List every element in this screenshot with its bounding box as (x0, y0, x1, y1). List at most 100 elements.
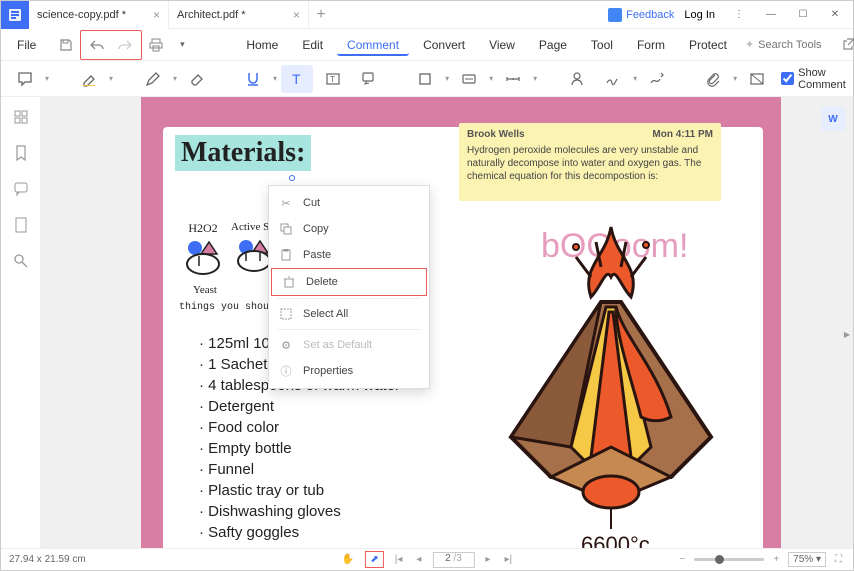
select-all-icon (279, 307, 293, 321)
attachment-tool[interactable] (697, 65, 729, 93)
menu-form[interactable]: Form (627, 34, 675, 56)
signature-tool[interactable] (597, 65, 629, 93)
show-comment-checkbox[interactable] (781, 72, 794, 85)
page-dimensions: 27.94 x 21.59 cm (9, 554, 86, 565)
comments-icon[interactable] (9, 177, 33, 201)
document-canvas[interactable]: Materials: good H2O2 (41, 97, 853, 548)
hand-tool-icon[interactable]: ✋ (339, 554, 357, 565)
svg-text:T: T (330, 75, 335, 84)
draw-signature-tool[interactable] (641, 65, 673, 93)
zoom-slider[interactable] (694, 558, 764, 561)
tab-science-copy[interactable]: science-copy.pdf * × (29, 1, 169, 29)
eraser-tool[interactable] (181, 65, 213, 93)
feedback-link[interactable]: Feedback (626, 9, 674, 21)
print-icon[interactable] (144, 33, 168, 57)
ctx-paste[interactable]: Paste (269, 242, 429, 268)
pencil-tool[interactable] (137, 65, 169, 93)
formula-label: H2O2 (179, 221, 227, 236)
highlight-tool[interactable] (73, 65, 105, 93)
gear-icon: ⚙ (279, 338, 293, 352)
info-icon: ⓘ (279, 364, 293, 378)
menubar: File ▾ Home Edit Comment Convert View Pa… (1, 29, 853, 61)
save-icon[interactable] (54, 33, 78, 57)
menu-convert[interactable]: Convert (413, 34, 475, 56)
stamp-tool[interactable] (453, 65, 485, 93)
chevron-down-icon[interactable]: ▾ (170, 33, 194, 57)
note-body: Hydrogen peroxide molecules are very uns… (467, 144, 713, 183)
sticky-note[interactable]: Brook Wells Mon 4:11 PM Hydrogen peroxid… (459, 123, 721, 201)
more-icon[interactable]: ⋮ (725, 4, 753, 26)
svg-text:6600°c: 6600°c (581, 532, 650, 548)
tab-label: Architect.pdf * (177, 9, 245, 21)
context-menu: ✂ Cut Copy Paste Delete Select All ⚙ Set… (268, 185, 430, 389)
menu-protect[interactable]: Protect (679, 34, 737, 56)
note-time: Mon 4:11 PM (652, 129, 713, 140)
cut-icon: ✂ (279, 196, 293, 210)
page-content: Materials: good H2O2 (141, 97, 781, 548)
volcano-illustration: bOOoom! 6600°c (451, 207, 771, 548)
measure-tool[interactable] (497, 65, 529, 93)
ctx-delete[interactable]: Delete (271, 268, 427, 296)
minimize-button[interactable]: — (757, 4, 785, 26)
person-tool[interactable] (561, 65, 593, 93)
ctx-properties[interactable]: ⓘ Properties (269, 358, 429, 384)
ctx-select-all[interactable]: Select All (269, 301, 429, 327)
note-tool[interactable] (9, 65, 41, 93)
maximize-button[interactable]: ☐ (789, 4, 817, 26)
show-comment-label: Show Comment (798, 67, 846, 91)
sparkle-icon[interactable]: ✦ (745, 33, 754, 57)
login-link[interactable]: Log In (684, 9, 715, 21)
show-comment-toggle[interactable]: Show Comment (781, 67, 846, 91)
ctx-cut[interactable]: ✂ Cut (269, 190, 429, 216)
search-tools-input[interactable] (758, 39, 838, 51)
text-tool[interactable]: T (281, 65, 313, 93)
left-sidebar (1, 97, 41, 548)
bookmarks-icon[interactable] (9, 141, 33, 165)
scroll-right-handle[interactable]: ▶ (841, 323, 853, 347)
textbox-tool[interactable]: T (317, 65, 349, 93)
menu-home[interactable]: Home (236, 34, 288, 56)
search-icon[interactable] (9, 249, 33, 273)
next-page-icon[interactable]: ▸ (482, 554, 493, 565)
ctx-set-default: ⚙ Set as Default (269, 332, 429, 358)
attachments-icon[interactable] (9, 213, 33, 237)
page-number-input[interactable]: 2 /3 (432, 552, 474, 568)
titlebar: science-copy.pdf * × Architect.pdf * × +… (1, 1, 853, 29)
prev-page-icon[interactable]: ◂ (413, 554, 424, 565)
materials-heading: Materials: (175, 135, 311, 171)
new-tab-button[interactable]: + (309, 6, 333, 24)
menu-page[interactable]: Page (529, 34, 577, 56)
tab-architect[interactable]: Architect.pdf * × (169, 1, 309, 29)
menu-comment[interactable]: Comment (337, 34, 409, 56)
redo-icon[interactable] (113, 33, 137, 57)
menu-tool[interactable]: Tool (581, 34, 623, 56)
callout-tool[interactable] (353, 65, 385, 93)
zoom-in-icon[interactable]: + (770, 554, 782, 565)
select-tool-icon[interactable]: ⬈ (365, 551, 383, 568)
menu-file[interactable]: File (7, 34, 46, 56)
fit-page-icon[interactable]: ⛶ (832, 554, 845, 565)
close-icon[interactable]: × (293, 8, 300, 22)
ctx-copy[interactable]: Copy (269, 216, 429, 242)
share-icon[interactable] (842, 33, 854, 57)
svg-text:T: T (292, 71, 301, 87)
menu-edit[interactable]: Edit (292, 34, 333, 56)
underline-tool[interactable] (237, 65, 269, 93)
first-page-icon[interactable]: |◂ (392, 554, 406, 565)
app-logo (1, 1, 29, 29)
zoom-out-icon[interactable]: − (676, 554, 688, 565)
word-export-badge[interactable]: W (821, 107, 845, 131)
zoom-select[interactable]: 75% ▾ (788, 552, 826, 567)
shape-tool[interactable] (409, 65, 441, 93)
hide-tool[interactable] (741, 65, 773, 93)
tab-label: science-copy.pdf * (37, 9, 126, 21)
close-icon[interactable]: × (153, 8, 160, 22)
close-button[interactable]: ✕ (821, 4, 849, 26)
menu-view[interactable]: View (479, 34, 525, 56)
copy-icon (279, 222, 293, 236)
note-author: Brook Wells (467, 129, 525, 140)
undo-icon[interactable] (85, 33, 109, 57)
last-page-icon[interactable]: ▸| (501, 554, 515, 565)
feedback-icon (608, 8, 622, 22)
thumbnails-icon[interactable] (9, 105, 33, 129)
